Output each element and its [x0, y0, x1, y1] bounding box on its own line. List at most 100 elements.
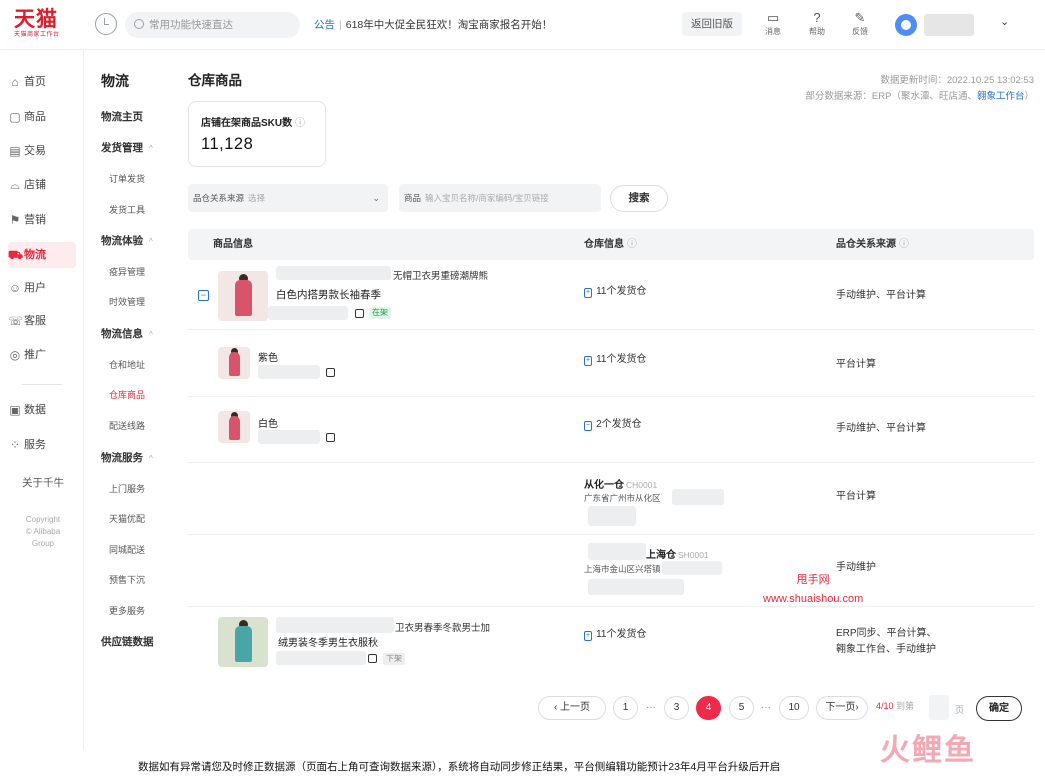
info-icon[interactable]: ⓘ [295, 118, 305, 129]
page-button-5[interactable]: 5 [729, 696, 754, 720]
column-header-relation-source: 品仓关系来源 ⓘ [836, 239, 909, 250]
nav-item-logistics[interactable]: ⛟ 物流 [8, 242, 76, 268]
relation-source: ERP同步、平台计算、 翱象工作台、手动维护 [836, 628, 937, 655]
tmall-logo[interactable]: 天猫 天猫商家工作台 [14, 9, 80, 47]
product-icon: ▢ [9, 110, 21, 124]
subnav-exception-management[interactable]: 疫异管理 [109, 265, 145, 278]
warehouse-code: SH0001 [678, 550, 709, 560]
headset-icon: ☏ [8, 314, 24, 328]
product-search-input[interactable]: 商品 输入宝贝名称/商家编码/宝贝链接 [399, 184, 601, 212]
user-avatar[interactable] [895, 14, 917, 36]
product-thumbnail[interactable] [218, 617, 268, 667]
page-button-1[interactable]: 1 [613, 696, 638, 720]
page-title: 仓库商品 [188, 73, 242, 88]
subnav-warehouse-address[interactable]: 仓和地址 [109, 358, 145, 371]
product-title[interactable]: 卫衣男春季冬款男士加 [395, 620, 490, 634]
nav-item-store[interactable]: ⌓ 店铺 [8, 172, 76, 198]
subnav-group-logistics-services[interactable]: 物流服务 ^ [101, 450, 153, 465]
subnav-logistics-home[interactable]: 物流主页 [101, 109, 143, 124]
subnav-group-logistics-info[interactable]: 物流信息 ^ [101, 326, 153, 341]
logo-text: 天猫 [14, 8, 58, 31]
search-placeholder: 常用功能快速直达 [149, 19, 233, 31]
chevron-down-icon[interactable]: ⌄ [1000, 15, 1009, 28]
warehouse-count[interactable]: +11个发货仓 [584, 350, 646, 366]
page-button-current[interactable]: 4 [696, 696, 721, 720]
subnav-supply-chain-data[interactable]: 供应链数据 [101, 634, 154, 649]
prev-page-button[interactable]: ‹ 上一页 [538, 696, 606, 720]
copy-icon[interactable] [355, 309, 364, 318]
subnav-more-services[interactable]: 更多服务 [109, 604, 145, 617]
collapse-icon[interactable]: − [198, 290, 209, 301]
quick-search-input[interactable]: 常用功能快速直达 [125, 12, 300, 38]
messages-button[interactable]: ▭ 消息 [758, 10, 788, 37]
warehouse-count[interactable]: −2个发货仓 [584, 415, 642, 431]
product-title[interactable]: 无帽卫衣男重磅潮牌熊 [393, 268, 488, 282]
page-button-3[interactable]: 3 [664, 696, 689, 720]
relation-source-placeholder: 选择 [248, 193, 266, 203]
subnav-pickup-service[interactable]: 上门服务 [109, 482, 145, 495]
pager-ellipsis: ··· [761, 702, 771, 713]
redacted-address [672, 489, 724, 505]
product-thumbnail[interactable] [218, 411, 250, 443]
nav-item-customer-service[interactable]: ☏ 客服 [8, 308, 76, 334]
product-search-placeholder: 输入宝贝名称/商家编码/宝贝链接 [425, 193, 549, 203]
product-thumbnail[interactable] [218, 347, 250, 379]
subnav-same-city-delivery[interactable]: 同城配送 [109, 543, 145, 556]
nav-item-marketing[interactable]: ⚑ 营销 [8, 207, 76, 233]
next-page-button[interactable]: 下一页› [816, 696, 868, 720]
store-icon: ⌓ [10, 178, 20, 192]
page-unit-label: 页 [955, 705, 965, 715]
main-content: 仓库商品 数据更新时间：2022.10.25 13:02:53 部分数据来源：E… [176, 50, 1045, 750]
account-name-redacted[interactable] [924, 14, 974, 36]
aoxiang-workbench-link[interactable]: 翱象工作台 [977, 91, 1025, 102]
subnav-title: 物流 [101, 73, 129, 89]
sidebar-divider [22, 384, 62, 385]
subnav-presale-sink[interactable]: 预售下沉 [109, 573, 145, 586]
warehouse-count[interactable]: +11个发货仓 [584, 282, 646, 298]
nav-item-data[interactable]: ▣ 数据 [8, 397, 76, 423]
goto-page-input[interactable] [929, 695, 949, 720]
redacted-title [276, 617, 394, 633]
nav-item-home[interactable]: ⌂ 首页 [8, 69, 76, 95]
product-thumbnail[interactable] [218, 271, 268, 321]
subnav-timeliness-management[interactable]: 时效管理 [109, 295, 145, 308]
message-icon: ▭ [766, 10, 780, 25]
copy-icon[interactable] [368, 654, 377, 663]
subnav-order-shipping[interactable]: 订单发货 [109, 172, 145, 185]
back-to-old-version-button[interactable]: 返回旧版 [682, 12, 742, 36]
search-button[interactable]: 搜索 [610, 185, 668, 212]
nav-item-promotion[interactable]: ◎ 推广 [8, 342, 76, 368]
page-button-10[interactable]: 10 [779, 696, 809, 720]
subnav-delivery-routes[interactable]: 配送线路 [109, 419, 145, 432]
relation-source-select[interactable]: 品仓关系来源 选择 ⌄ [188, 184, 388, 212]
nav-item-trades[interactable]: ▤ 交易 [8, 138, 76, 164]
nav-item-products[interactable]: ▢ 商品 [8, 104, 76, 130]
product-filter-label: 商品 [404, 193, 422, 203]
expand-icon: + [584, 288, 593, 298]
data-notice-caption: 数据如有异常请您及时修正数据源（页面右上角可查询数据来源），系统将自动同步修正结… [138, 761, 781, 773]
subnav-shipping-tools[interactable]: 发货工具 [109, 203, 145, 216]
history-clock-icon[interactable] [95, 13, 117, 35]
product-name[interactable]: 绒男装冬季男生衣服秋 [278, 634, 378, 649]
warehouse-name: 上海仓 SH0001 [646, 550, 709, 561]
warehouse-name: 从化一仓 CH0001 [584, 480, 658, 491]
goto-confirm-button[interactable]: 确定 [976, 696, 1022, 721]
nav-item-users[interactable]: ☺ 用户 [8, 275, 76, 301]
subnav-group-shipping[interactable]: 发货管理 ^ [101, 140, 153, 155]
product-name[interactable]: 白色内搭男款长袖春季 [276, 287, 381, 302]
announcement-bar[interactable]: 公告 | 618年中大促全民狂欢！淘宝商家报名开始！ [314, 17, 552, 32]
info-icon[interactable]: ⓘ [899, 239, 909, 250]
subnav-tmall-youpei[interactable]: 天猫优配 [109, 512, 145, 525]
feedback-button[interactable]: ✎ 反馈 [845, 10, 875, 37]
subnav-group-experience[interactable]: 物流体验 ^ [101, 233, 153, 248]
info-icon[interactable]: ⓘ [627, 239, 637, 250]
warehouse-count[interactable]: +11个发货仓 [584, 625, 646, 641]
table-row: − 无帽卫衣男重磅潮牌熊 白色内搭男款长袖春季 在架 +11个发货仓 手动维护、… [188, 260, 1034, 330]
subnav-warehouse-products[interactable]: 仓库商品 [109, 388, 145, 401]
help-button[interactable]: ? 帮助 [802, 10, 832, 37]
copy-icon[interactable] [326, 433, 335, 442]
announcement-text: 618年中大促全民狂欢！淘宝商家报名开始！ [345, 19, 553, 31]
copy-icon[interactable] [326, 368, 335, 377]
nav-item-services[interactable]: ⁘ 服务 [8, 432, 76, 458]
about-qianniu-link[interactable]: 关于千牛 [22, 475, 64, 490]
